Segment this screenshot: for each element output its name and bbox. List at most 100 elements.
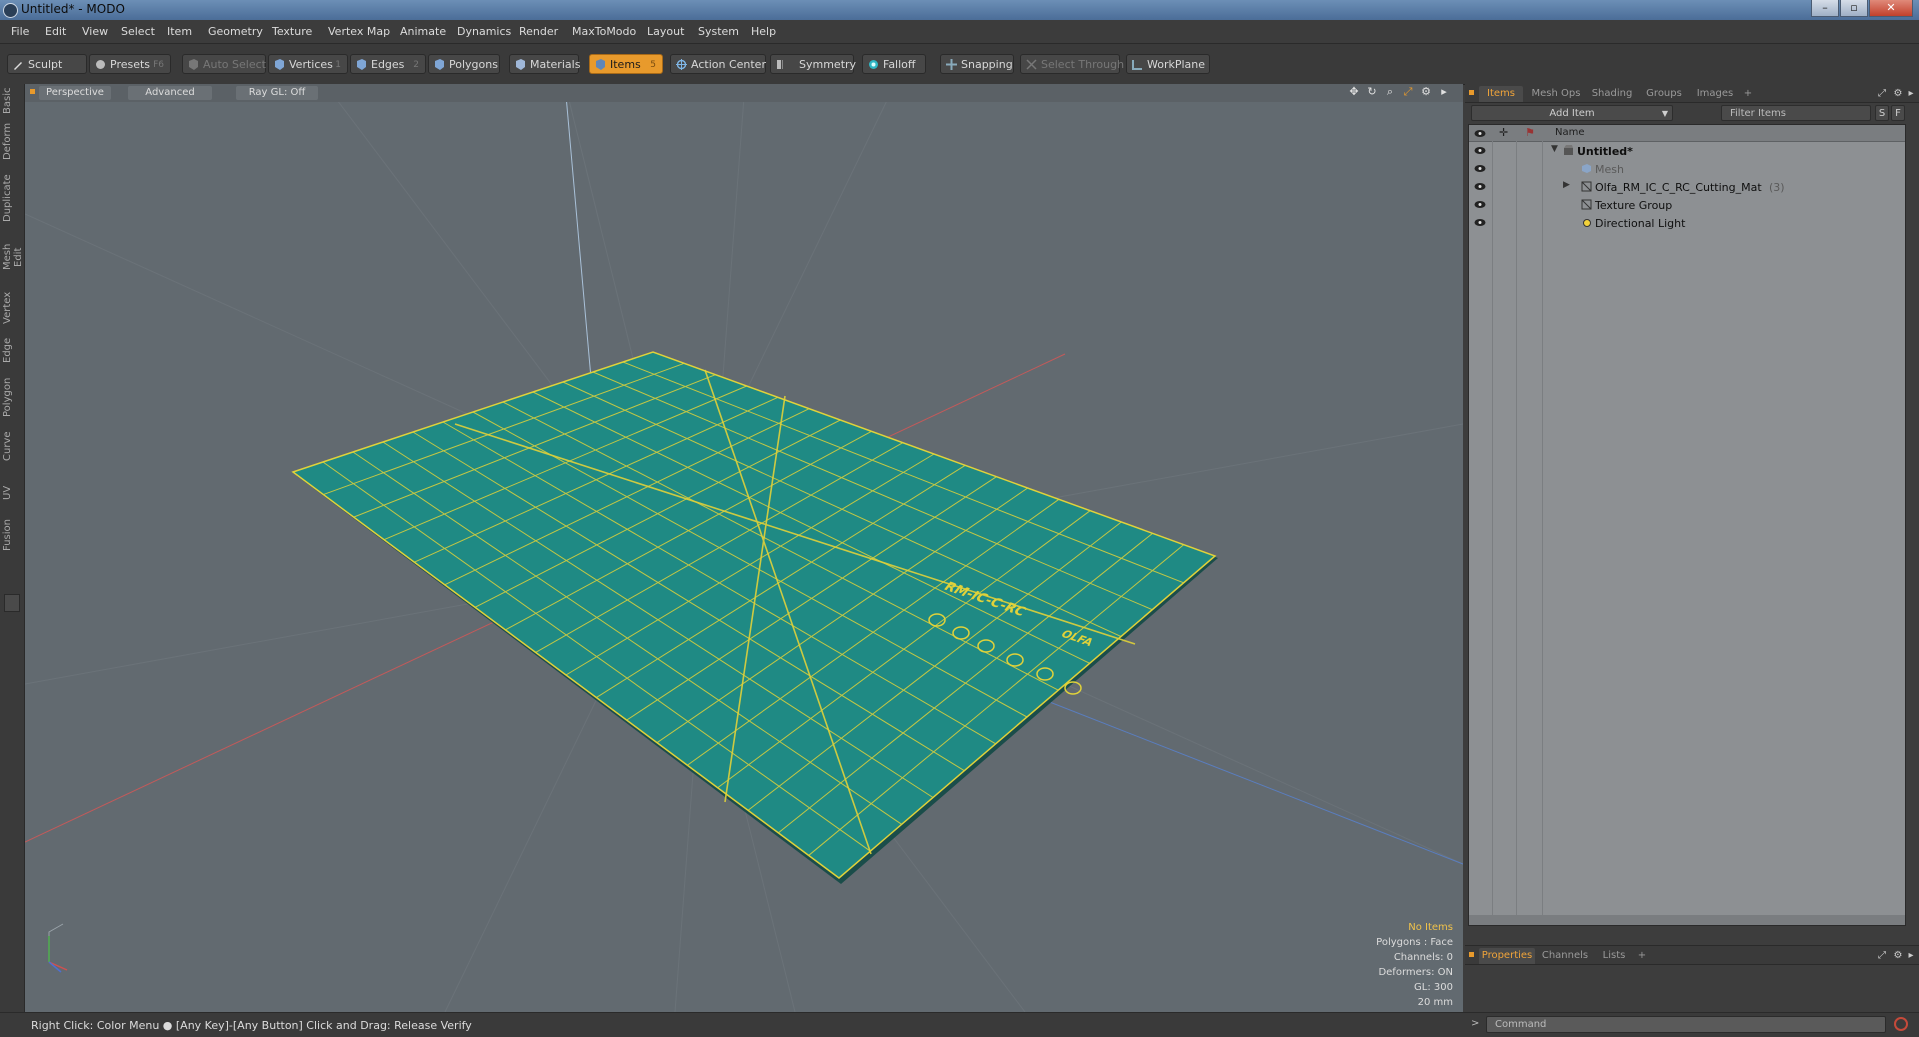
- tab-polygon[interactable]: Polygon: [2, 376, 20, 418]
- expand-arrow-icon[interactable]: ▸: [1905, 948, 1917, 964]
- tab-fusion[interactable]: Fusion: [2, 516, 20, 554]
- expand-toggle[interactable]: ▶: [1563, 180, 1570, 190]
- tab-mesh-edit[interactable]: Mesh Edit: [2, 234, 24, 280]
- eye-icon[interactable]: [1474, 200, 1486, 209]
- tab-edge[interactable]: Edge: [2, 336, 20, 364]
- tab-images[interactable]: Images: [1691, 86, 1739, 102]
- tab-uv[interactable]: UV: [2, 482, 20, 504]
- item-list-tree[interactable]: ✛ ⚑ Name ▼ Untitled* Mesh ▶ Olfa_RM_IC_C…: [1468, 124, 1906, 926]
- viewport-menu-dot[interactable]: [30, 89, 35, 94]
- tab-vertex[interactable]: Vertex: [2, 290, 20, 326]
- tree-row-texture-group[interactable]: Texture Group: [1469, 196, 1905, 214]
- zoom-view-icon[interactable]: ⌕: [1384, 86, 1396, 98]
- rotate-view-icon[interactable]: ↻: [1366, 86, 1378, 98]
- tab-items[interactable]: Items: [1479, 86, 1523, 102]
- menu-edit[interactable]: Edit: [45, 25, 66, 38]
- filter-items-input[interactable]: Filter Items: [1721, 105, 1871, 121]
- menu-select[interactable]: Select: [121, 25, 155, 38]
- 3d-viewport[interactable]: RM-IC-C-RC OLFA Perspective Advanced Ray…: [25, 84, 1463, 1012]
- eye-icon[interactable]: [1474, 164, 1486, 173]
- gear-icon[interactable]: ⚙: [1891, 948, 1905, 964]
- tab-duplicate[interactable]: Duplicate: [2, 174, 20, 222]
- tree-row-directional-light[interactable]: Directional Light: [1469, 214, 1905, 232]
- menu-file[interactable]: File: [11, 25, 29, 38]
- snapping-button[interactable]: Snapping: [940, 54, 1014, 74]
- action-center-button[interactable]: Action Center: [670, 54, 766, 74]
- panel-menu-dot[interactable]: [1469, 952, 1474, 957]
- workplane-button[interactable]: WorkPlane: [1126, 54, 1210, 74]
- close-button[interactable]: ✕: [1869, 0, 1913, 17]
- add-item-dropdown[interactable]: Add Item ▼: [1471, 105, 1673, 121]
- expand-toggle[interactable]: ▼: [1551, 144, 1558, 154]
- command-input[interactable]: Command: [1486, 1016, 1886, 1033]
- menu-animate[interactable]: Animate: [400, 25, 446, 38]
- tab-channels[interactable]: Channels: [1539, 948, 1591, 964]
- tree-row-scene[interactable]: ▼ Untitled*: [1469, 142, 1905, 160]
- sculpt-button[interactable]: Sculpt: [7, 54, 87, 74]
- eye-icon[interactable]: [1474, 146, 1486, 155]
- minimize-button[interactable]: –: [1811, 0, 1839, 17]
- tree-row-mesh[interactable]: Mesh: [1469, 160, 1905, 178]
- filter-s-button[interactable]: S: [1875, 105, 1889, 121]
- tab-basic[interactable]: Basic: [2, 86, 20, 116]
- eye-icon[interactable]: [1474, 182, 1486, 191]
- expand-arrow-icon[interactable]: ▸: [1905, 86, 1917, 102]
- menu-item[interactable]: Item: [167, 25, 192, 38]
- menu-help[interactable]: Help: [751, 25, 776, 38]
- add-tab-button[interactable]: +: [1741, 86, 1755, 102]
- menu-dynamics[interactable]: Dynamics: [457, 25, 511, 38]
- maximize-panel-icon[interactable]: ⤢: [1875, 948, 1889, 964]
- tab-shading[interactable]: Shading: [1587, 86, 1637, 102]
- move-view-icon[interactable]: ✥: [1348, 86, 1360, 98]
- pin-column-icon[interactable]: ⚑: [1525, 126, 1535, 139]
- menu-render[interactable]: Render: [519, 25, 558, 38]
- menu-system[interactable]: System: [698, 25, 739, 38]
- panel-menu-dot[interactable]: [1469, 90, 1474, 95]
- tab-properties[interactable]: Properties: [1479, 948, 1535, 964]
- name-column-header[interactable]: Name: [1555, 127, 1585, 138]
- add-tab-button[interactable]: +: [1635, 948, 1649, 964]
- polygons-button[interactable]: Polygons: [428, 54, 500, 74]
- menu-vertex-map[interactable]: Vertex Map: [328, 25, 390, 38]
- auto-select-button[interactable]: Auto Select: [182, 54, 266, 74]
- menu-texture[interactable]: Texture: [272, 25, 312, 38]
- tab-curve[interactable]: Curve: [2, 430, 20, 462]
- expand-arrow-icon[interactable]: ▸: [1438, 86, 1450, 98]
- eye-icon[interactable]: [1474, 218, 1486, 227]
- stop-icon[interactable]: [1894, 1017, 1908, 1031]
- tab-mesh-ops[interactable]: Mesh Ops: [1527, 86, 1585, 102]
- gear-icon[interactable]: ⚙: [1891, 86, 1905, 102]
- tree-horizontal-scrollbar[interactable]: [1469, 915, 1905, 925]
- visibility-column-icon[interactable]: [1474, 129, 1486, 138]
- materials-button[interactable]: Materials: [509, 54, 580, 74]
- tab-deform[interactable]: Deform: [2, 123, 20, 160]
- presets-button[interactable]: Presets F6: [89, 54, 171, 74]
- tab-groups[interactable]: Groups: [1641, 86, 1687, 102]
- select-through-button[interactable]: Select Through: [1020, 54, 1124, 74]
- tree-row-cutting-mat[interactable]: ▶ Olfa_RM_IC_C_RC_Cutting_Mat (3): [1469, 178, 1905, 196]
- vertices-button[interactable]: Vertices 1: [268, 54, 348, 74]
- menu-maxtomodo[interactable]: MaxToModo: [572, 25, 636, 38]
- filter-f-button[interactable]: F: [1891, 105, 1905, 121]
- maximize-button[interactable]: ▫: [1840, 0, 1868, 17]
- menu-geometry[interactable]: Geometry: [208, 25, 263, 38]
- tab-expand-handle[interactable]: [4, 594, 20, 612]
- menu-layout[interactable]: Layout: [647, 25, 684, 38]
- tab-lists[interactable]: Lists: [1597, 948, 1631, 964]
- cutting-mat-mesh[interactable]: RM-IC-C-RC OLFA: [291, 351, 1218, 884]
- deformers-status: Deformers: ON: [1378, 967, 1453, 978]
- gear-icon[interactable]: ⚙: [1420, 86, 1432, 98]
- raygl-toggle[interactable]: Ray GL: Off: [236, 86, 318, 100]
- maximize-view-icon[interactable]: ⤢: [1402, 86, 1414, 98]
- shading-dropdown[interactable]: Advanced: [128, 86, 212, 100]
- falloff-button[interactable]: Falloff: [862, 54, 926, 74]
- command-history-arrow[interactable]: >: [1471, 1018, 1479, 1029]
- view-mode-dropdown[interactable]: Perspective: [39, 86, 111, 100]
- menu-view[interactable]: View: [82, 25, 108, 38]
- scene-canvas[interactable]: RM-IC-C-RC OLFA: [25, 84, 1463, 1012]
- items-button[interactable]: Items 5: [589, 54, 663, 74]
- symmetry-button[interactable]: Symmetry: [770, 54, 856, 74]
- edges-button[interactable]: Edges 2: [350, 54, 426, 74]
- maximize-panel-icon[interactable]: ⤢: [1875, 86, 1889, 102]
- lock-column-icon[interactable]: ✛: [1499, 126, 1508, 139]
